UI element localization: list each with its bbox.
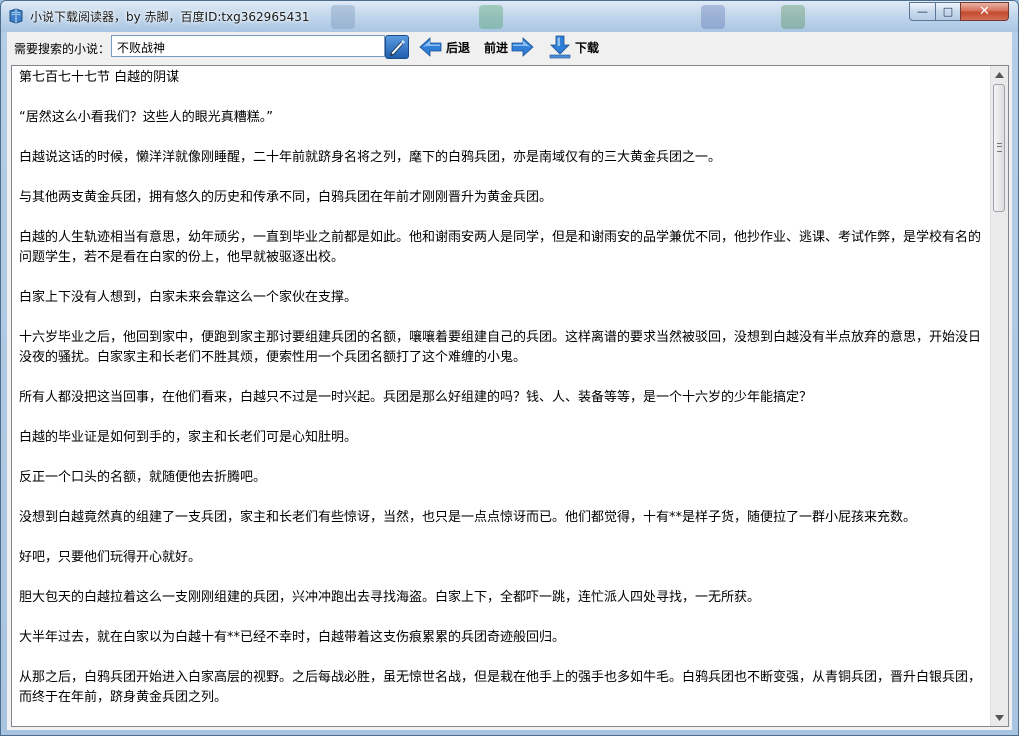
desktop-ghost-icon	[781, 5, 805, 29]
paragraph: 所有人都没把这当回事，在他们看来，白越只不过是一时兴起。兵团是那么好组建的吗？钱…	[19, 390, 813, 405]
paragraph: 白越的人生轨迹相当有意思，幼年顽劣，一直到毕业之前都是如此。他和谢雨安两人是同学…	[19, 230, 982, 265]
back-button[interactable]: 后退	[419, 36, 470, 58]
paragraph: 从那之后，白鸦兵团开始进入白家高层的视野。之后每战必胜，虽无惊世名战，但是栽在他…	[19, 670, 982, 705]
paragraph: 好吧，只要他们玩得开心就好。	[19, 550, 202, 565]
title-bar[interactable]: 小说下载阅读器，by 赤脚，百度ID:txg362965431 — □ ✕	[1, 1, 1018, 32]
chapter-title: 第七百七十七节 白越的阴谋	[19, 70, 180, 85]
paragraph: 大半年过去，就在白家以为白越十有**已经不幸时，白越带着这支伤痕累累的兵团奇迹般…	[19, 630, 566, 645]
download-label: 下载	[575, 40, 600, 55]
paragraph: 没想到白越竟然真的组建了一支兵团，家主和长老们有些惊讶，当然，也只是一点点惊讶而…	[19, 510, 917, 525]
paragraph: 白越的毕业证是如何到手的，家主和长老们可是心知肚明。	[19, 430, 358, 445]
forward-button[interactable]: 前进	[484, 36, 534, 58]
maximize-icon: □	[942, 5, 954, 18]
main-panel: 需要搜索的小说： 不败战神 后退 前进 下载 第七百七十七节 白越的阴谋 “居然…	[7, 32, 1012, 730]
paragraph: 反正一个口头的名额，就随便他去折腾吧。	[19, 470, 267, 485]
search-input[interactable]: 不败战神	[111, 35, 385, 57]
search-label: 需要搜索的小说：	[14, 42, 111, 56]
desktop-ghost-icon	[331, 5, 355, 29]
back-label: 后退	[446, 40, 471, 55]
book-icon	[9, 8, 23, 24]
minimize-button[interactable]: —	[909, 2, 936, 21]
forward-label: 前进	[484, 40, 509, 55]
arrow-left-icon	[419, 37, 442, 57]
minimize-icon: —	[917, 5, 928, 18]
arrow-right-icon	[511, 37, 534, 57]
reader-text-area[interactable]: 第七百七十七节 白越的阴谋 “居然这么小看我们？这些人的眼光真糟糕。” 白越说这话…	[11, 65, 1009, 727]
paragraph: 与其他两支黄金兵团，拥有悠久的历史和传承不同，白鸦兵团在年前才刚刚晋升为黄金兵团…	[19, 190, 553, 205]
scroll-down-icon	[995, 714, 1004, 721]
vertical-scrollbar[interactable]	[990, 66, 1008, 726]
maximize-button[interactable]: □	[935, 2, 961, 21]
download-arrow-icon	[549, 35, 571, 59]
paragraph-list: “居然这么小看我们？这些人的眼光真糟糕。” 白越说这话的时候，懒洋洋就像刚睡醒，二…	[19, 108, 987, 708]
desktop-ghost-icon	[701, 5, 725, 29]
paragraph: 白越说这话的时候，懒洋洋就像刚睡醒，二十年前就跻身名将之列，麾下的白鸦兵团，亦是…	[19, 150, 722, 165]
desktop-ghost-icon	[479, 5, 503, 29]
paragraph: 十六岁毕业之后，他回到家中，便跑到家主那讨要组建兵团的名额，嚷嚷着要组建自己的兵…	[19, 330, 982, 365]
app-window: 小说下载阅读器，by 赤脚，百度ID:txg362965431 — □ ✕ 需要…	[0, 0, 1019, 736]
reader-content: 第七百七十七节 白越的阴谋 “居然这么小看我们？这些人的眼光真糟糕。” 白越说这话…	[19, 66, 987, 726]
search-pen-icon	[390, 40, 405, 56]
grip-icon	[997, 143, 1002, 152]
scroll-up-button[interactable]	[991, 66, 1008, 83]
scroll-thumb[interactable]	[993, 84, 1005, 212]
close-button[interactable]: ✕	[960, 2, 1009, 21]
paragraph: 胆大包天的白越拉着这么一支刚刚组建的兵团，兴冲冲跑出去寻找海盗。白家上下，全都吓…	[19, 590, 761, 605]
window-title: 小说下载阅读器，by 赤脚，百度ID:txg362965431	[30, 10, 310, 24]
close-icon: ✕	[979, 4, 990, 19]
scroll-up-icon	[995, 71, 1004, 78]
paragraph: “居然这么小看我们？这些人的眼光真糟糕。”	[19, 110, 273, 125]
search-button[interactable]	[385, 35, 409, 59]
scroll-down-button[interactable]	[991, 709, 1008, 726]
paragraph: 白家上下没有人想到，白家未来会靠这么一个家伙在支撑。	[19, 290, 358, 305]
download-button[interactable]: 下载	[548, 35, 600, 59]
